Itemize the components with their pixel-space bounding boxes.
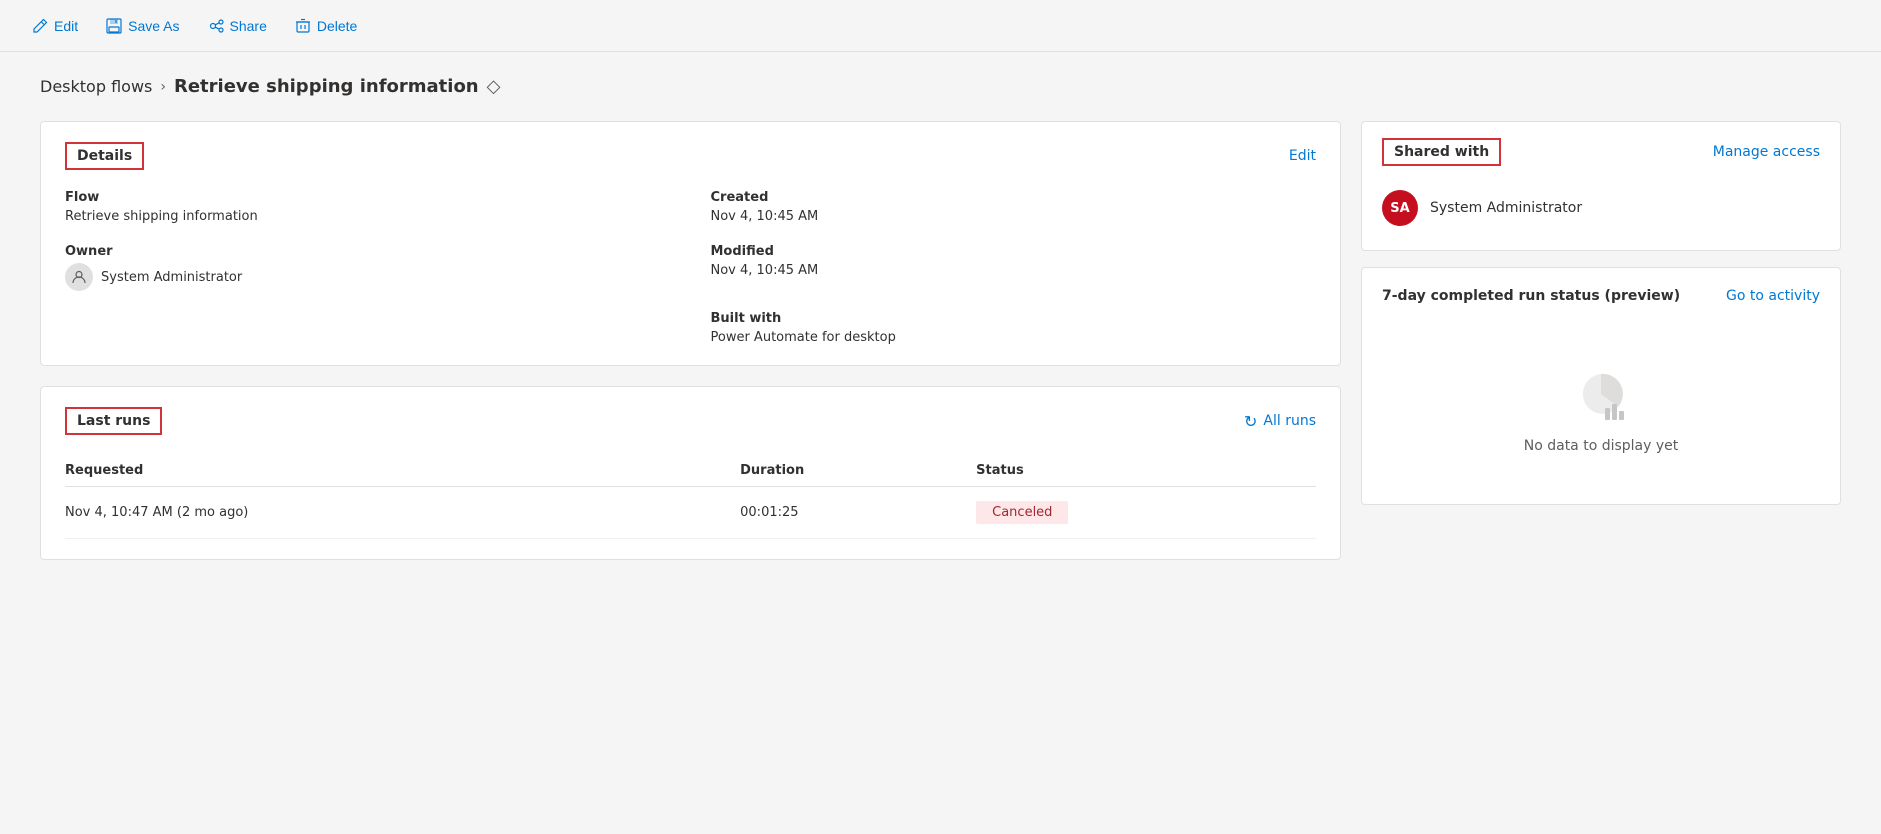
share-icon — [208, 18, 224, 34]
content-layout: Details Edit Flow Retrieve shipping info… — [40, 121, 1841, 560]
built-with-detail: Built with Power Automate for desktop — [711, 311, 1317, 345]
created-detail: Created Nov 4, 10:45 AM — [711, 190, 1317, 224]
cell-status: Canceled — [976, 487, 1316, 539]
flow-detail: Flow Retrieve shipping information — [65, 190, 671, 224]
breadcrumb-parent-link[interactable]: Desktop flows — [40, 77, 152, 96]
toolbar: Edit Save As Share — [0, 0, 1881, 52]
edit-button[interactable]: Edit — [20, 12, 90, 40]
modified-detail: Modified Nov 4, 10:45 AM — [711, 244, 1317, 291]
last-runs-title: Last runs — [65, 407, 162, 435]
no-data-area: No data to display yet — [1382, 344, 1820, 484]
col-status: Status — [976, 455, 1316, 487]
breadcrumb-current: Retrieve shipping information — [174, 76, 479, 97]
refresh-icon: ↻ — [1244, 412, 1257, 431]
runs-table: Requested Duration Status Nov 4, 10:47 A… — [65, 455, 1316, 539]
shared-user-row: SA System Administrator — [1382, 182, 1820, 234]
runs-table-body: Nov 4, 10:47 AM (2 mo ago) 00:01:25 Canc… — [65, 487, 1316, 539]
main-content: Desktop flows › Retrieve shipping inform… — [0, 52, 1881, 584]
save-as-button[interactable]: Save As — [94, 12, 191, 40]
flow-label: Flow — [65, 190, 671, 205]
shared-with-header: Shared with Manage access — [1382, 138, 1820, 166]
left-column: Details Edit Flow Retrieve shipping info… — [40, 121, 1341, 560]
details-card: Details Edit Flow Retrieve shipping info… — [40, 121, 1341, 366]
details-card-header: Details Edit — [65, 142, 1316, 170]
flow-value: Retrieve shipping information — [65, 209, 671, 224]
owner-row: System Administrator — [65, 263, 671, 291]
breadcrumb-separator: › — [160, 79, 166, 95]
save-as-icon — [106, 18, 122, 34]
no-data-chart-icon — [1571, 364, 1631, 424]
table-row: Nov 4, 10:47 AM (2 mo ago) 00:01:25 Canc… — [65, 487, 1316, 539]
share-button[interactable]: Share — [196, 12, 279, 40]
activity-header: 7-day completed run status (preview) Go … — [1382, 288, 1820, 304]
col-requested: Requested — [65, 455, 740, 487]
owner-detail: Owner System Administrator — [65, 244, 671, 291]
delete-icon — [295, 18, 311, 34]
built-with-value: Power Automate for desktop — [711, 330, 1317, 345]
shared-with-card: Shared with Manage access SA System Admi… — [1361, 121, 1841, 251]
manage-access-link[interactable]: Manage access — [1713, 144, 1820, 160]
built-with-label: Built with — [711, 311, 1317, 326]
created-label: Created — [711, 190, 1317, 205]
last-runs-header: Last runs ↻ All runs — [65, 407, 1316, 435]
right-column: Shared with Manage access SA System Admi… — [1361, 121, 1841, 505]
diamond-icon: ◇ — [487, 76, 501, 97]
runs-header-row: Requested Duration Status — [65, 455, 1316, 487]
no-data-label: No data to display yet — [1524, 438, 1679, 454]
shared-with-title: Shared with — [1382, 138, 1501, 166]
details-grid: Flow Retrieve shipping information Creat… — [65, 190, 1316, 345]
details-title: Details — [65, 142, 144, 170]
avatar: SA — [1382, 190, 1418, 226]
owner-label: Owner — [65, 244, 671, 259]
activity-title: 7-day completed run status (preview) — [1382, 288, 1680, 304]
cell-requested: Nov 4, 10:47 AM (2 mo ago) — [65, 487, 740, 539]
details-edit-link[interactable]: Edit — [1289, 148, 1316, 164]
all-runs-link[interactable]: ↻ All runs — [1244, 412, 1316, 431]
cell-duration: 00:01:25 — [740, 487, 976, 539]
shared-user-name: System Administrator — [1430, 200, 1582, 216]
activity-card: 7-day completed run status (preview) Go … — [1361, 267, 1841, 505]
edit-icon — [32, 18, 48, 34]
last-runs-card: Last runs ↻ All runs Requested Duration … — [40, 386, 1341, 560]
modified-value: Nov 4, 10:45 AM — [711, 263, 1317, 278]
delete-button[interactable]: Delete — [283, 12, 369, 40]
status-badge: Canceled — [976, 501, 1068, 524]
breadcrumb: Desktop flows › Retrieve shipping inform… — [40, 76, 1841, 97]
modified-label: Modified — [711, 244, 1317, 259]
col-duration: Duration — [740, 455, 976, 487]
runs-table-header: Requested Duration Status — [65, 455, 1316, 487]
owner-avatar — [65, 263, 93, 291]
owner-value: System Administrator — [101, 270, 242, 285]
created-value: Nov 4, 10:45 AM — [711, 209, 1317, 224]
go-to-activity-link[interactable]: Go to activity — [1726, 288, 1820, 304]
